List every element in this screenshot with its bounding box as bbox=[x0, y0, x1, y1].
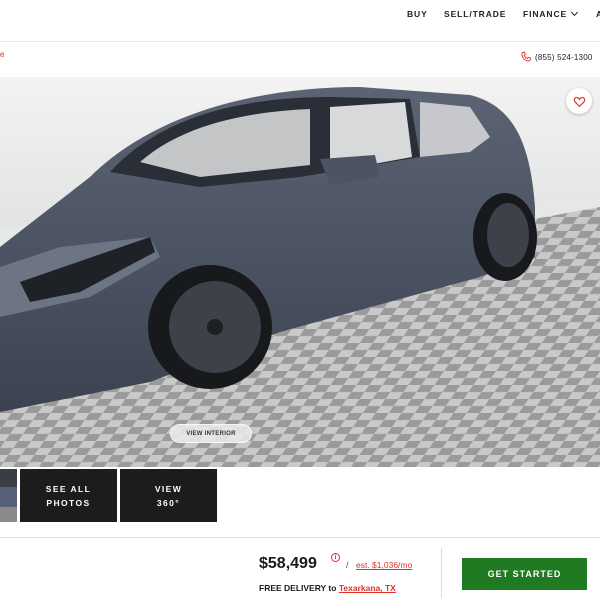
delivery-prefix: FREE DELIVERY to bbox=[259, 583, 339, 593]
top-navigation: BUY SELL/TRADE FINANCE A bbox=[0, 0, 600, 30]
phone-number: (855) 524-1300 bbox=[535, 52, 593, 62]
delivery-info: FREE DELIVERY to Texarkana, TX bbox=[259, 583, 396, 593]
photo-thumbnail[interactable] bbox=[0, 469, 17, 522]
view-360-button[interactable]: VIEW 360° bbox=[120, 469, 217, 522]
car-image bbox=[0, 77, 600, 467]
nav-more[interactable]: A bbox=[596, 9, 600, 19]
nav-finance[interactable]: FINANCE bbox=[523, 8, 579, 19]
phone-link[interactable]: (855) 524-1300 bbox=[520, 51, 593, 63]
monthly-estimate-link[interactable]: est. $1,036/mo bbox=[356, 560, 412, 570]
nav-sell-trade[interactable]: SELL/TRADE bbox=[444, 9, 506, 19]
divider bbox=[441, 548, 442, 598]
vehicle-photo[interactable] bbox=[0, 77, 600, 467]
back-link[interactable]: e bbox=[0, 50, 4, 59]
chevron-down-icon bbox=[571, 8, 579, 17]
delivery-location-link[interactable]: Texarkana, TX bbox=[339, 583, 396, 593]
get-started-button[interactable]: GET STARTED bbox=[462, 558, 587, 590]
gallery-thumbnails: SEE ALL PHOTOS VIEW 360° bbox=[0, 469, 600, 522]
see-all-line2: PHOTOS bbox=[46, 497, 91, 508]
see-all-line1: SEE ALL bbox=[45, 483, 92, 494]
favorite-button[interactable] bbox=[566, 88, 592, 114]
view-interior-button[interactable]: VIEW INTERIOR bbox=[170, 424, 252, 443]
nav-finance-label: FINANCE bbox=[523, 9, 568, 19]
view-360-line1: VIEW bbox=[154, 483, 183, 494]
phone-icon bbox=[521, 51, 531, 62]
see-all-photos-button[interactable]: SEE ALL PHOTOS bbox=[20, 469, 117, 522]
price-separator: / bbox=[346, 560, 349, 570]
heart-icon bbox=[573, 96, 585, 107]
vehicle-price: $58,499 bbox=[259, 555, 317, 572]
thumbnail-image bbox=[0, 469, 17, 522]
nav-buy[interactable]: BUY bbox=[407, 9, 428, 19]
view-360-line2: 360° bbox=[156, 497, 181, 508]
sub-header: e bbox=[0, 42, 600, 77]
info-icon[interactable]: i bbox=[331, 553, 340, 562]
